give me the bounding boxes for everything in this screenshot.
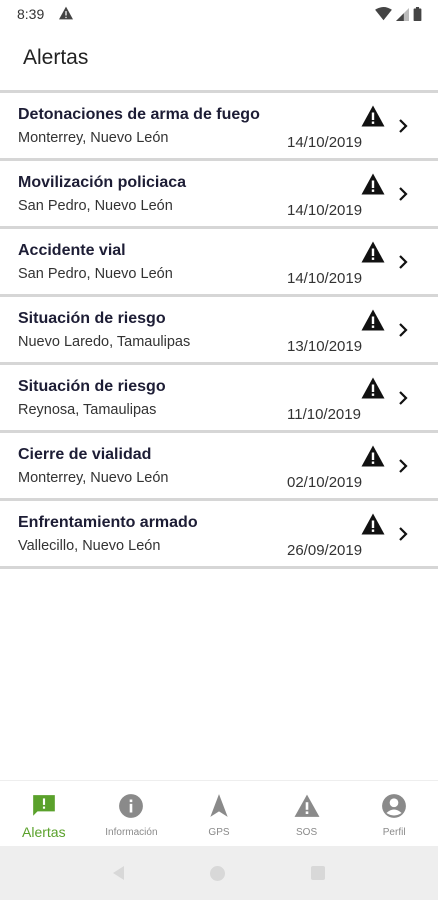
system-nav-bar: [0, 846, 438, 900]
recent-apps-icon[interactable]: [311, 866, 325, 880]
alert-date: 11/10/2019: [287, 406, 361, 423]
warning-icon: [361, 309, 385, 331]
chevron-right-icon[interactable]: [396, 253, 410, 271]
alert-location: San Pedro, Nuevo León: [18, 266, 173, 282]
back-icon[interactable]: [113, 866, 124, 880]
nav-tab-gps[interactable]: GPS: [175, 781, 263, 846]
alert-title: Detonaciones de arma de fuego: [18, 106, 260, 123]
alert-row[interactable]: Situación de riesgo Reynosa, Tamaulipas …: [0, 362, 438, 430]
info-icon: [119, 794, 144, 818]
warning-icon: [294, 794, 320, 817]
navigation-arrow-icon: [210, 794, 228, 817]
alert-title: Cierre de vialidad: [18, 446, 152, 463]
alert-row[interactable]: Accidente vial San Pedro, Nuevo León 14/…: [0, 226, 438, 294]
alert-row[interactable]: Enfrentamiento armado Vallecillo, Nuevo …: [0, 498, 438, 569]
alert-row[interactable]: Detonaciones de arma de fuego Monterrey,…: [0, 90, 438, 158]
wifi-icon: [375, 7, 392, 21]
alert-title: Movilización policiaca: [18, 174, 187, 191]
alert-title: Enfrentamiento armado: [18, 514, 198, 531]
alert-location: Vallecillo, Nuevo León: [18, 538, 161, 554]
alert-location: San Pedro, Nuevo León: [18, 198, 173, 214]
nav-tab-sos[interactable]: SOS: [263, 781, 351, 846]
warning-icon: [361, 241, 385, 263]
nav-label: Alertas: [22, 824, 66, 840]
chevron-right-icon[interactable]: [396, 457, 410, 475]
alert-date: 26/09/2019: [287, 542, 363, 559]
home-icon[interactable]: [210, 865, 225, 881]
nav-label: Información: [105, 827, 158, 838]
alert-list: Detonaciones de arma de fuego Monterrey,…: [0, 90, 438, 569]
status-time: 8:39: [17, 6, 45, 22]
alert-title: Situación de riesgo: [18, 378, 166, 395]
alert-date: 13/10/2019: [287, 338, 363, 355]
nav-label: SOS: [296, 827, 318, 838]
alert-date: 02/10/2019: [287, 474, 363, 491]
alert-location: Nuevo Laredo, Tamaulipas: [18, 334, 191, 350]
chevron-right-icon[interactable]: [396, 185, 410, 203]
alert-title: Situación de riesgo: [18, 310, 166, 327]
chevron-right-icon[interactable]: [396, 117, 410, 135]
alert-date: 14/10/2019: [287, 134, 363, 151]
signal-icon: [396, 7, 409, 21]
alert-location: Reynosa, Tamaulipas: [18, 402, 157, 418]
status-icons: [375, 7, 422, 21]
nav-tab-perfil[interactable]: Perfil: [350, 781, 438, 846]
alert-date: 14/10/2019: [287, 270, 363, 287]
alert-feedback-icon: [32, 795, 55, 816]
page-title: Alertas: [23, 46, 89, 69]
alert-title: Accidente vial: [18, 242, 126, 259]
warning-icon: [361, 513, 385, 535]
alert-location: Monterrey, Nuevo León: [18, 130, 169, 146]
alert-row[interactable]: Movilización policiaca San Pedro, Nuevo …: [0, 158, 438, 226]
alert-row[interactable]: Cierre de vialidad Monterrey, Nuevo León…: [0, 430, 438, 498]
bottom-nav: Alertas Información GPS SOS Perfil: [0, 780, 438, 846]
chevron-right-icon[interactable]: [396, 389, 410, 407]
chevron-right-icon[interactable]: [396, 321, 410, 339]
account-circle-icon: [382, 794, 407, 818]
warning-icon: [361, 173, 385, 195]
alert-location: Monterrey, Nuevo León: [18, 470, 169, 486]
nav-label: Perfil: [382, 827, 406, 838]
warning-icon: [361, 445, 385, 467]
nav-tab-informacion[interactable]: Información: [88, 781, 176, 846]
nav-label: GPS: [208, 827, 230, 838]
warning-notification-icon: [58, 6, 74, 23]
warning-icon: [361, 105, 385, 127]
nav-tab-alertas[interactable]: Alertas: [0, 781, 88, 846]
alert-row[interactable]: Situación de riesgo Nuevo Laredo, Tamaul…: [0, 294, 438, 362]
chevron-right-icon[interactable]: [396, 525, 410, 543]
warning-icon: [361, 377, 385, 399]
battery-icon: [413, 7, 422, 21]
status-bar: 8:39: [0, 0, 438, 28]
alert-date: 14/10/2019: [287, 202, 363, 219]
